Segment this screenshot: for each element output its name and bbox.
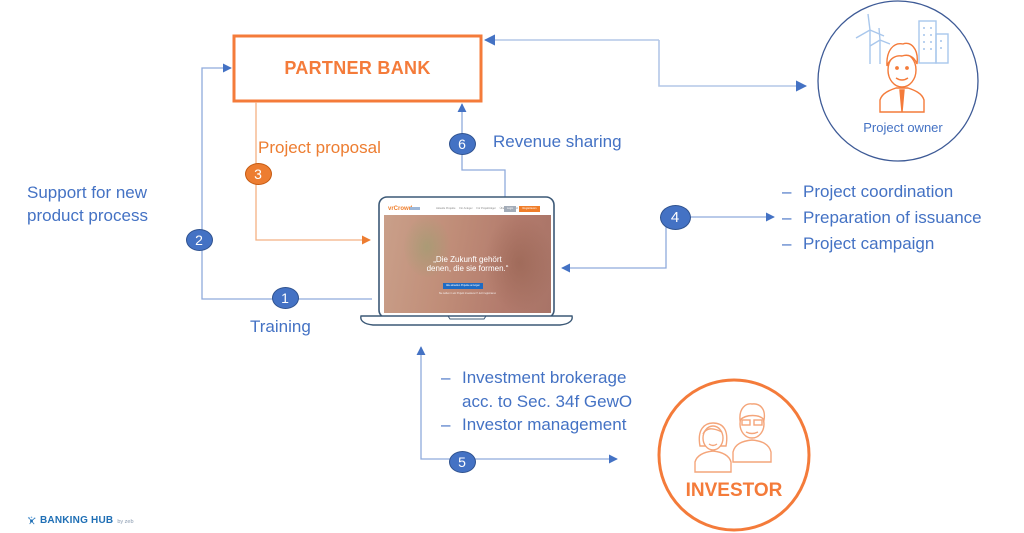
connector-step-2 bbox=[201, 63, 372, 300]
hero-subtext: Sie wollen in ein Projekt investieren? J… bbox=[438, 292, 497, 295]
connector-owner-to-bank bbox=[658, 40, 808, 92]
step-2-label: Support for new product process bbox=[27, 183, 148, 225]
step-3-label: Project proposal bbox=[258, 138, 381, 157]
list-item: Project campaign bbox=[782, 232, 983, 255]
step-6-label: Revenue sharing bbox=[493, 132, 622, 151]
investor-people-icon bbox=[694, 403, 772, 473]
step-badge-2: 2 bbox=[185, 229, 213, 251]
connector-step-3 bbox=[255, 102, 371, 245]
banking-hub-logo-suffix: by zeb bbox=[117, 518, 134, 525]
step-badge-4: 4 bbox=[659, 204, 691, 230]
banking-hub-logo: BANKING HUB by zeb bbox=[27, 514, 134, 526]
register-button[interactable]: Registrieren bbox=[519, 206, 540, 212]
step-1-label: Training bbox=[250, 317, 311, 336]
banking-hub-logo-text: BANKING HUB bbox=[40, 514, 114, 526]
step-badge-6: 6 bbox=[448, 133, 476, 155]
website-nav-bar: vrCrowd Aktuelle Projekte Für Anleger Fü… bbox=[384, 203, 551, 215]
nav-link[interactable]: Für Projektträger bbox=[476, 207, 495, 210]
website-logo[interactable]: vrCrowd bbox=[388, 205, 412, 213]
step-4-task-list: Project coordination Preparation of issu… bbox=[782, 180, 983, 255]
step-badge-3: 3 bbox=[244, 163, 272, 185]
login-button[interactable]: Login bbox=[504, 206, 516, 212]
project-owner-person-icon bbox=[879, 42, 925, 113]
connector-step-5-up bbox=[416, 346, 450, 460]
laptop-screen: vrCrowd Aktuelle Projekte Für Anleger Fü… bbox=[384, 203, 551, 313]
step-5-task-list: Investment brokerage acc. to Sec. 34f Ge… bbox=[441, 366, 648, 437]
banking-hub-logo-icon bbox=[27, 516, 36, 524]
list-item: Project coordination bbox=[782, 180, 983, 203]
wind-turbine-icon bbox=[855, 13, 891, 64]
step-badge-5: 5 bbox=[448, 451, 476, 473]
show-projects-button[interactable]: Alle aktuellen Projekte anzeigen bbox=[443, 283, 483, 289]
step-badge-1: 1 bbox=[271, 287, 299, 309]
diagram-canvas: vrCrowd Aktuelle Projekte Für Anleger Fü… bbox=[0, 0, 1024, 533]
building-icon bbox=[918, 20, 949, 64]
nav-link[interactable]: Aktuelle Projekte bbox=[436, 207, 455, 210]
hero-quote-line: „Die Zukunft gehört bbox=[433, 255, 502, 264]
project-owner-label: Project owner bbox=[863, 120, 943, 135]
list-item: Investor management bbox=[441, 413, 648, 437]
list-item: Investment brokerage acc. to Sec. 34f Ge… bbox=[441, 366, 648, 413]
partner-bank-label: PARTNER BANK bbox=[284, 58, 431, 78]
hero-quote-line: denen, die sie formen.“ bbox=[426, 264, 509, 273]
nav-link[interactable]: Für Anleger bbox=[459, 207, 472, 210]
connector-step-4-laptop bbox=[561, 226, 667, 273]
list-item: Preparation of issuance bbox=[782, 206, 983, 229]
hero-quote: „Die Zukunft gehört denen, die sie forme… bbox=[384, 255, 551, 273]
website-logo-subline bbox=[410, 207, 420, 210]
investor-label: INVESTOR bbox=[685, 480, 783, 501]
